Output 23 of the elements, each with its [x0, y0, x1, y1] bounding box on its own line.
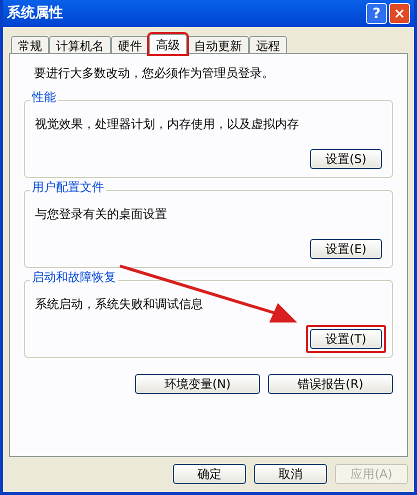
tab[interactable]: 硬件 — [111, 36, 149, 53]
dialog-button[interactable]: 错误报告(R) — [268, 374, 393, 394]
tab[interactable]: 自动更新 — [187, 36, 249, 53]
group-description: 系统启动，系统失败和调试信息 — [35, 296, 204, 313]
help-button[interactable]: ? — [366, 3, 387, 24]
close-button[interactable]: × — [389, 3, 410, 24]
footer-button[interactable]: 取消 — [254, 464, 327, 484]
group-description: 与您登录有关的桌面设置 — [35, 206, 168, 223]
group-description: 视觉效果，处理器计划，内存使用，以及虚拟内存 — [35, 116, 300, 133]
settings-button[interactable]: 设置(T) — [310, 329, 382, 349]
group-title: 用户配置文件 — [30, 181, 106, 193]
tab[interactable]: 常规 — [11, 36, 49, 53]
footer-button[interactable]: 确定 — [173, 464, 246, 484]
window-title: 系统属性 — [7, 4, 63, 23]
tab[interactable]: 远程 — [249, 36, 287, 53]
dialog-button[interactable]: 环境变量(N) — [135, 374, 260, 394]
notice-text: 要进行大多数改动，您必须作为管理员登录。 — [33, 65, 275, 82]
tab[interactable]: 计算机名 — [49, 36, 111, 53]
tab[interactable]: 高级 — [149, 34, 187, 54]
group-title: 启动和故障恢复 — [30, 271, 118, 283]
group-title: 性能 — [30, 91, 58, 103]
settings-button[interactable]: 设置(E) — [310, 239, 382, 259]
settings-button[interactable]: 设置(S) — [310, 149, 382, 169]
